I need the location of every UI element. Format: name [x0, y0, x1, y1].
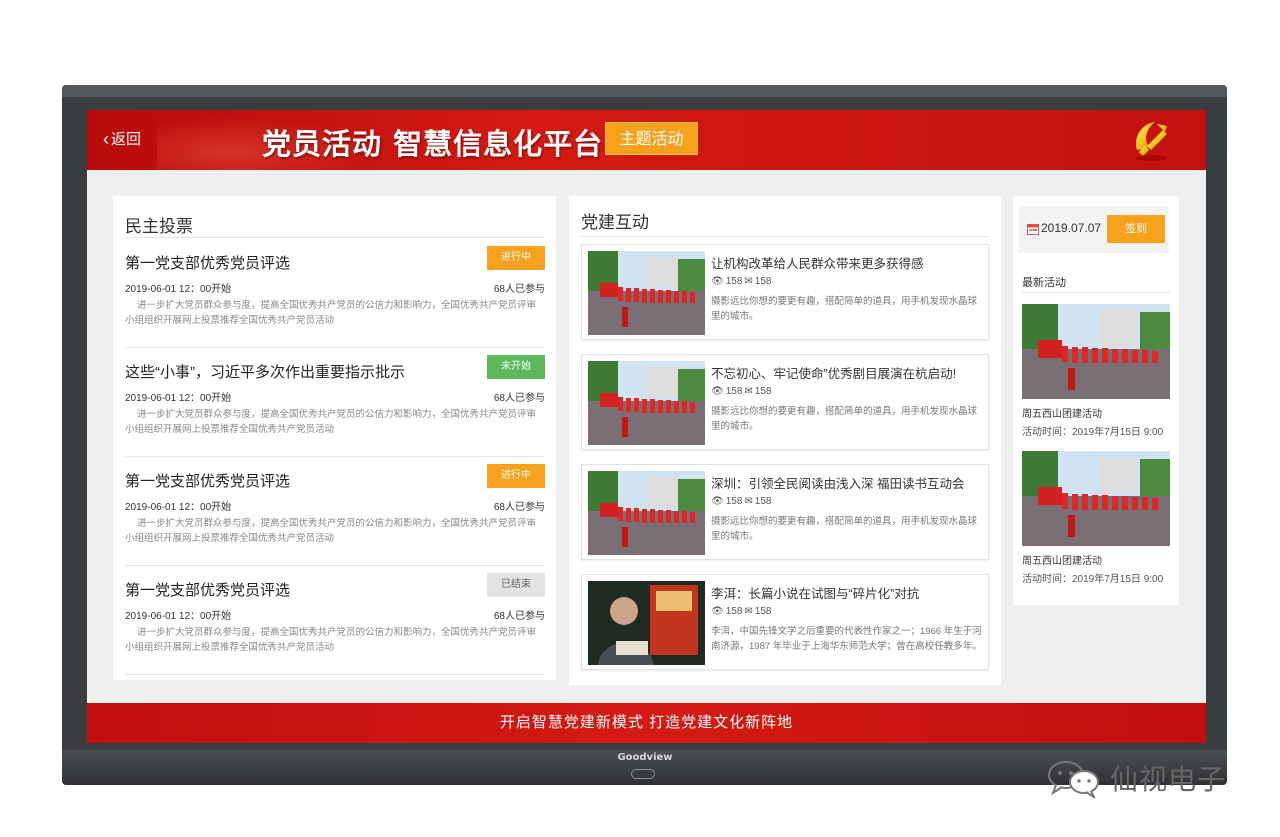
page-title: 党员活动 智慧信息化平台: [262, 127, 604, 161]
eye-icon: 👁: [711, 276, 724, 287]
view-count: 158: [725, 386, 743, 397]
divider: [1022, 292, 1170, 293]
status-badge: 未开始: [487, 355, 545, 379]
news-title: 不忘初心、牢记使命”优秀剧目展演在杭启动!: [711, 367, 957, 381]
activity-name: 周五西山团建活动: [1022, 556, 1102, 567]
vote-item-desc: 进一步扩大党员群众参与度，提高全国优秀共产党员的公信力和影响力，全国优秀共产党员…: [125, 300, 537, 326]
eye-icon: 👁: [711, 386, 724, 397]
vote-item-count: 68人已参与: [493, 393, 545, 404]
view-count: 158: [725, 606, 743, 617]
watermark: 仙视电子: [1046, 758, 1226, 798]
device-brand: Goodview: [617, 752, 673, 763]
news-desc: 李洱，中国先锋文学之后重要的代表性作家之一；1966 年生于河南济源，1987 …: [711, 626, 982, 652]
news-card[interactable]: 李洱：长篇小说在试图与“碎片化”对抗 👁 158 ✉ 158 李洱，中国先锋文学之后…: [581, 574, 989, 670]
vote-item-desc: 进一步扩大党员群众参与度，提高全国优秀共产党员的公信力和影响力，全国优秀共产党员…: [125, 409, 537, 435]
news-card[interactable]: 让机构改革给人民群众带来更多获得感 👁 158 ✉ 158 摄影远比你想的要更有趣，…: [581, 244, 989, 340]
vote-item-desc: 进一步扩大党员群众参与度，提高全国优秀共产党员的公信力和影响力，全国优秀共产党员…: [125, 627, 537, 653]
side-panel: 2019.07.07 签到 最新活动 周五西山团建活动 活动时间：2019年7月…: [1013, 196, 1179, 605]
news-desc: 摄影远比你想的要更有趣，搭配简单的道具，用手机发现水晶球里的城市。: [711, 516, 978, 542]
comment-count: 158: [754, 276, 772, 287]
vote-item-time: 2019-06-01 12：00开始: [125, 393, 232, 404]
vote-item-time: 2019-06-01 12：00开始: [125, 611, 232, 622]
vote-item-title: 第一党支部优秀党员评选: [125, 255, 291, 272]
activity-time: 活动时间：2019年7月15日 9:00: [1022, 427, 1164, 438]
news-card[interactable]: 深圳：引领全民阅读由浅入深 福田读书互动会 👁 158 ✉ 158 摄影远比你想的要…: [581, 464, 989, 560]
watermark-text: 仙视电子: [1110, 763, 1227, 796]
interaction-panel-title: 党建互动: [581, 213, 649, 232]
news-title: 深圳：引领全民阅读由浅入深 福田读书互动会: [711, 477, 965, 491]
party-emblem-icon: [1135, 122, 1167, 161]
news-title: 李洱：长篇小说在试图与“碎片化”对抗: [711, 587, 920, 601]
date-box: 2019.07.07 签到: [1019, 206, 1169, 253]
view-count: 158: [725, 496, 743, 507]
vote-item-title: 第一党支部优秀党员评选: [125, 582, 291, 599]
vote-item[interactable]: 这些“小事”，习近平多次作出重要指示批示 未开始 2019-06-01 12：0…: [125, 349, 545, 457]
device-top-edge: [62, 85, 1227, 97]
news-stats: 👁 158 ✉ 158: [711, 386, 771, 397]
news-stats: 👁 158 ✉ 158: [711, 606, 771, 617]
back-button[interactable]: ‹ 返回: [103, 128, 141, 149]
divider: [581, 236, 989, 237]
theme-activity-button[interactable]: 主题活动: [605, 122, 698, 155]
vote-item-desc: 进一步扩大党员群众参与度，提高全国优秀共产党员的公信力和影响力，全国优秀共产党员…: [125, 518, 537, 544]
vote-item-time: 2019-06-01 12：00开始: [125, 284, 232, 295]
screen: ‹ 返回 党员活动 智慧信息化平台 主题活动 民主投票 第一党支部优秀党员评选 …: [87, 110, 1206, 743]
activity-image[interactable]: [1022, 451, 1170, 546]
calendar-icon: [1027, 224, 1039, 235]
comment-count: 158: [754, 606, 772, 617]
vote-item-count: 68人已参与: [493, 284, 545, 295]
chevron-left-icon: ‹: [103, 128, 109, 149]
news-desc: 摄影远比你想的要更有趣，搭配简单的道具，用手机发现水晶球里的城市。: [711, 406, 978, 432]
eye-icon: 👁: [711, 496, 724, 507]
vote-item[interactable]: 第一党支部优秀党员评选 进行中 2019-06-01 12：00开始 68人已参…: [125, 240, 545, 348]
news-thumbnail: [588, 361, 705, 445]
vote-item-count: 68人已参与: [493, 611, 545, 622]
status-badge: 进行中: [487, 464, 545, 488]
power-button: [631, 769, 655, 779]
vote-item-title: 这些“小事”，习近平多次作出重要指示批示: [125, 364, 405, 381]
divider: [125, 237, 545, 238]
view-count: 158: [725, 276, 743, 287]
vote-panel-title: 民主投票: [125, 217, 193, 236]
wechat-icon: [1048, 761, 1099, 798]
vote-item[interactable]: 第一党支部优秀党员评选 已结束 2019-06-01 12：00开始 68人已参…: [125, 567, 545, 675]
news-thumbnail: [588, 581, 705, 665]
status-badge: 已结束: [487, 573, 545, 597]
sign-in-button[interactable]: 签到: [1107, 215, 1165, 243]
comment-icon: ✉: [744, 276, 753, 287]
eye-icon: 👁: [711, 606, 724, 617]
news-title: 让机构改革给人民群众带来更多获得感: [711, 257, 924, 271]
comment-icon: ✉: [744, 606, 753, 617]
news-stats: 👁 158 ✉ 158: [711, 496, 771, 507]
news-thumbnail: [588, 251, 705, 335]
header-bar: ‹ 返回 党员活动 智慧信息化平台 主题活动: [87, 110, 1206, 170]
vote-item-time: 2019-06-01 12：00开始: [125, 502, 232, 513]
activity-name: 周五西山团建活动: [1022, 409, 1102, 420]
activity-image[interactable]: [1022, 304, 1170, 399]
vote-item[interactable]: 第一党支部优秀党员评选 进行中 2019-06-01 12：00开始 68人已参…: [125, 458, 545, 566]
news-desc: 摄影远比你想的要更有趣，搭配简单的道具，用手机发现水晶球里的城市。: [711, 296, 978, 322]
status-badge: 进行中: [487, 246, 545, 270]
vote-item-title: 第一党支部优秀党员评选: [125, 473, 291, 490]
vote-item-count: 68人已参与: [493, 502, 545, 513]
news-card[interactable]: 不忘初心、牢记使命”优秀剧目展演在杭启动! 👁 158 ✉ 158 摄影远比你想的要…: [581, 354, 989, 450]
footer-slogan: 开启智慧党建新模式 打造党建文化新阵地: [87, 703, 1206, 743]
current-date: 2019.07.07: [1041, 221, 1102, 235]
news-thumbnail: [588, 471, 705, 555]
activity-time: 活动时间：2019年7月15日 9:00: [1022, 574, 1164, 585]
back-label: 返回: [111, 131, 142, 148]
latest-activities-title: 最新活动: [1022, 277, 1066, 289]
interaction-panel: 党建互动 让机构改革给人民群众带来更多获得感 👁 158 ✉ 158 摄影远比你想的…: [569, 196, 1001, 685]
comment-count: 158: [754, 386, 772, 397]
vote-panel: 民主投票 第一党支部优秀党员评选 进行中 2019-06-01 12：00开始 …: [113, 196, 556, 680]
comment-count: 158: [754, 496, 772, 507]
comment-icon: ✉: [744, 386, 753, 397]
news-stats: 👁 158 ✉ 158: [711, 276, 771, 287]
comment-icon: ✉: [744, 496, 753, 507]
